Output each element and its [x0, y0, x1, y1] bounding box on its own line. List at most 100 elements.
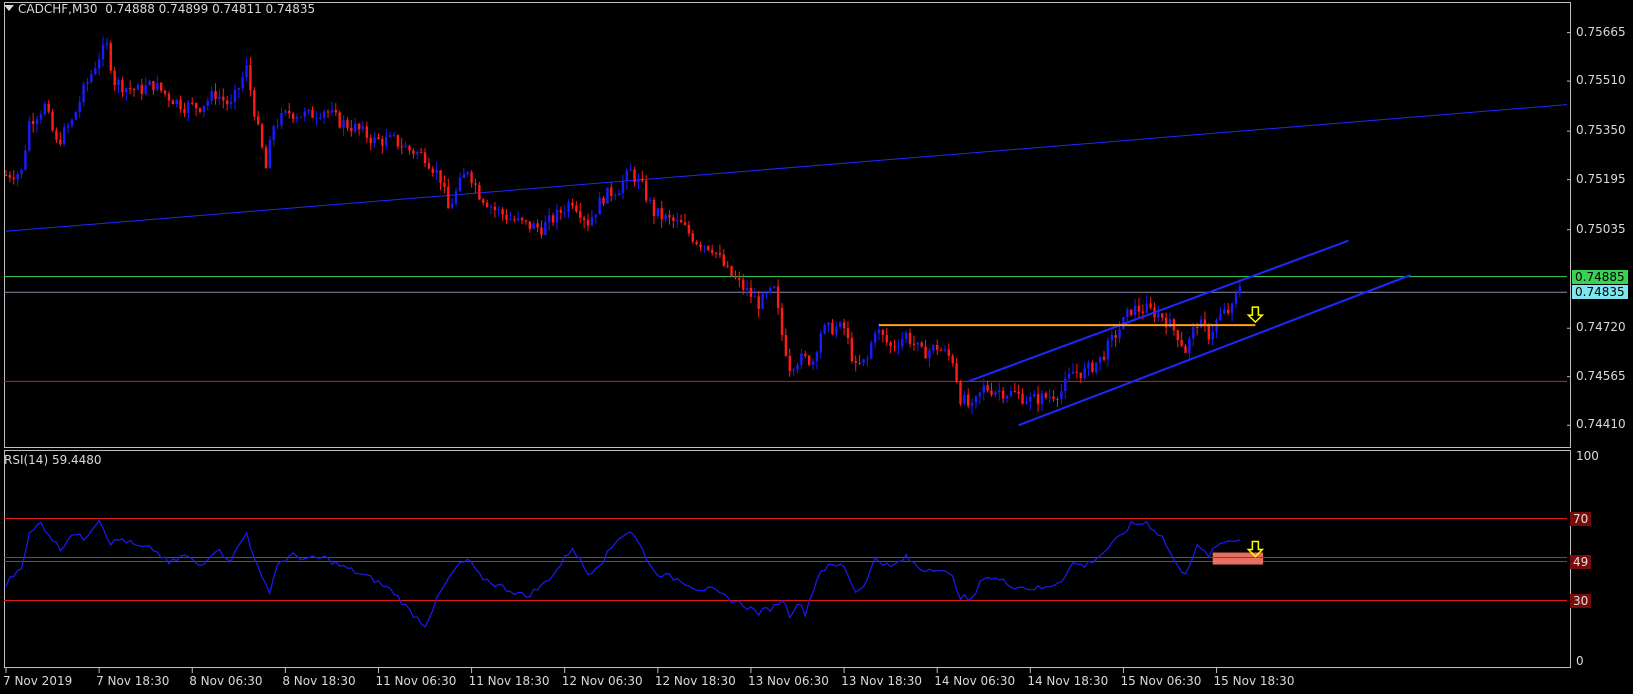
bull-candle-body [229, 102, 233, 105]
bear-candle-body [990, 390, 993, 395]
bear-candle-body [346, 120, 349, 129]
bull-candle-body [105, 43, 109, 45]
bull-candle-body [811, 360, 815, 365]
bull-candle-body [625, 170, 628, 182]
bear-candle-body [660, 208, 663, 220]
bear-candle-body [757, 296, 760, 309]
bear-candle-body [579, 211, 582, 218]
bear-candle-body [431, 168, 434, 173]
bull-candle-body [819, 333, 822, 353]
bear-candle-body [513, 219, 516, 221]
rsi-level-tag: 49 [1570, 554, 1592, 569]
time-tick-label: 13 Nov 18:30 [841, 674, 922, 688]
time-tick-label: 12 Nov 18:30 [654, 674, 736, 688]
bear-candle-body [691, 233, 694, 242]
bull-candle-body [330, 110, 334, 113]
bear-candle-body [260, 124, 264, 148]
time-tick-label: 8 Nov 06:30 [189, 674, 263, 688]
bull-candle-body [175, 99, 178, 105]
bear-candle-body [850, 338, 854, 362]
bear-candle-body [160, 82, 163, 91]
bear-candle-body [140, 84, 143, 94]
bear-candle-body [912, 343, 916, 345]
bull-candle-body [392, 135, 396, 137]
bull-candle-body [870, 342, 873, 359]
bear-candle-body [1102, 356, 1106, 360]
rsi-level-tag: 70 [1570, 511, 1592, 526]
bear-candle-body [183, 109, 186, 114]
bull-candle-body [361, 126, 365, 130]
bull-candle-body [621, 181, 625, 194]
bear-candle-body [1021, 393, 1024, 404]
bear-candle-body [885, 334, 888, 343]
bull-candle-body [765, 292, 768, 294]
bear-candle-body [652, 199, 656, 217]
time-tick-label: 8 Nov 18:30 [282, 674, 356, 688]
bull-candle-body [276, 125, 279, 127]
bear-candle-body [381, 138, 384, 146]
bear-candle-body [807, 355, 811, 365]
bear-candle-body [12, 177, 15, 180]
bull-candle-body [202, 105, 206, 112]
bear-candle-body [1052, 396, 1055, 400]
bear-candle-body [1195, 327, 1199, 329]
bear-candle-body [152, 81, 155, 91]
bull-candle-body [451, 203, 454, 209]
bear-candle-body [1013, 390, 1016, 392]
bear-candle-body [924, 346, 927, 359]
bull-candle-body [1087, 362, 1090, 369]
bull-candle-body [1223, 309, 1226, 314]
bear-candle-body [722, 254, 725, 266]
bear-candle-body [524, 220, 528, 222]
channel-upper-line [967, 239, 1349, 383]
rsi-tick-label: 100 [1576, 449, 1599, 463]
bull-candle-body [963, 394, 966, 404]
bear-candle-body [1079, 372, 1082, 379]
bear-candle-body [586, 219, 590, 226]
bull-candle-body [94, 68, 97, 74]
bear-candle-body [908, 332, 912, 344]
bull-candle-body [1188, 338, 1191, 354]
bull-candle-body [299, 116, 303, 118]
bull-candle-body [1238, 286, 1242, 294]
bear-candle-body [8, 175, 12, 178]
bull-candle-body [1040, 393, 1044, 405]
bull-candle-body [792, 369, 795, 371]
bull-candle-body [590, 217, 594, 226]
bull-candle-body [932, 344, 935, 351]
bear-candle-body [1114, 335, 1117, 338]
bull-candle-body [125, 88, 128, 93]
bull-candle-body [928, 350, 931, 359]
bear-candle-body [986, 385, 989, 391]
time-tick-label: 13 Nov 06:30 [747, 674, 829, 688]
bear-candle-body [132, 89, 136, 91]
bull-candle-body [629, 169, 632, 171]
bull-candle-body [489, 206, 493, 208]
bear-candle-body [641, 178, 644, 181]
bear-candle-body [854, 361, 857, 363]
bear-candle-body [575, 205, 578, 212]
bear-candle-body [528, 221, 531, 229]
bull-candle-body [70, 119, 74, 126]
bear-candle-body [831, 322, 834, 335]
bull-candle-body [916, 342, 919, 345]
bull-candle-body [598, 197, 601, 215]
bear-candle-body [955, 363, 958, 382]
bull-candle-body [839, 322, 842, 328]
bull-candle-body [206, 100, 209, 106]
bear-candle-body [858, 362, 861, 364]
bull-candle-body [901, 338, 904, 347]
bull-candle-body [862, 359, 865, 364]
rsi-level-tag: 30 [1570, 593, 1592, 608]
bear-candle-body [951, 355, 954, 364]
bull-candle-body [1048, 396, 1051, 398]
bull-candle-body [1095, 362, 1098, 372]
bull-candle-body [544, 222, 547, 235]
bear-candle-body [167, 93, 171, 101]
bull-candle-body [284, 110, 287, 113]
dropdown-triangle-icon[interactable] [4, 5, 14, 11]
bull-candle-body [1199, 319, 1203, 328]
bull-candle-body [1110, 335, 1113, 341]
bear-candle-body [699, 244, 702, 247]
bull-candle-body [86, 81, 89, 85]
